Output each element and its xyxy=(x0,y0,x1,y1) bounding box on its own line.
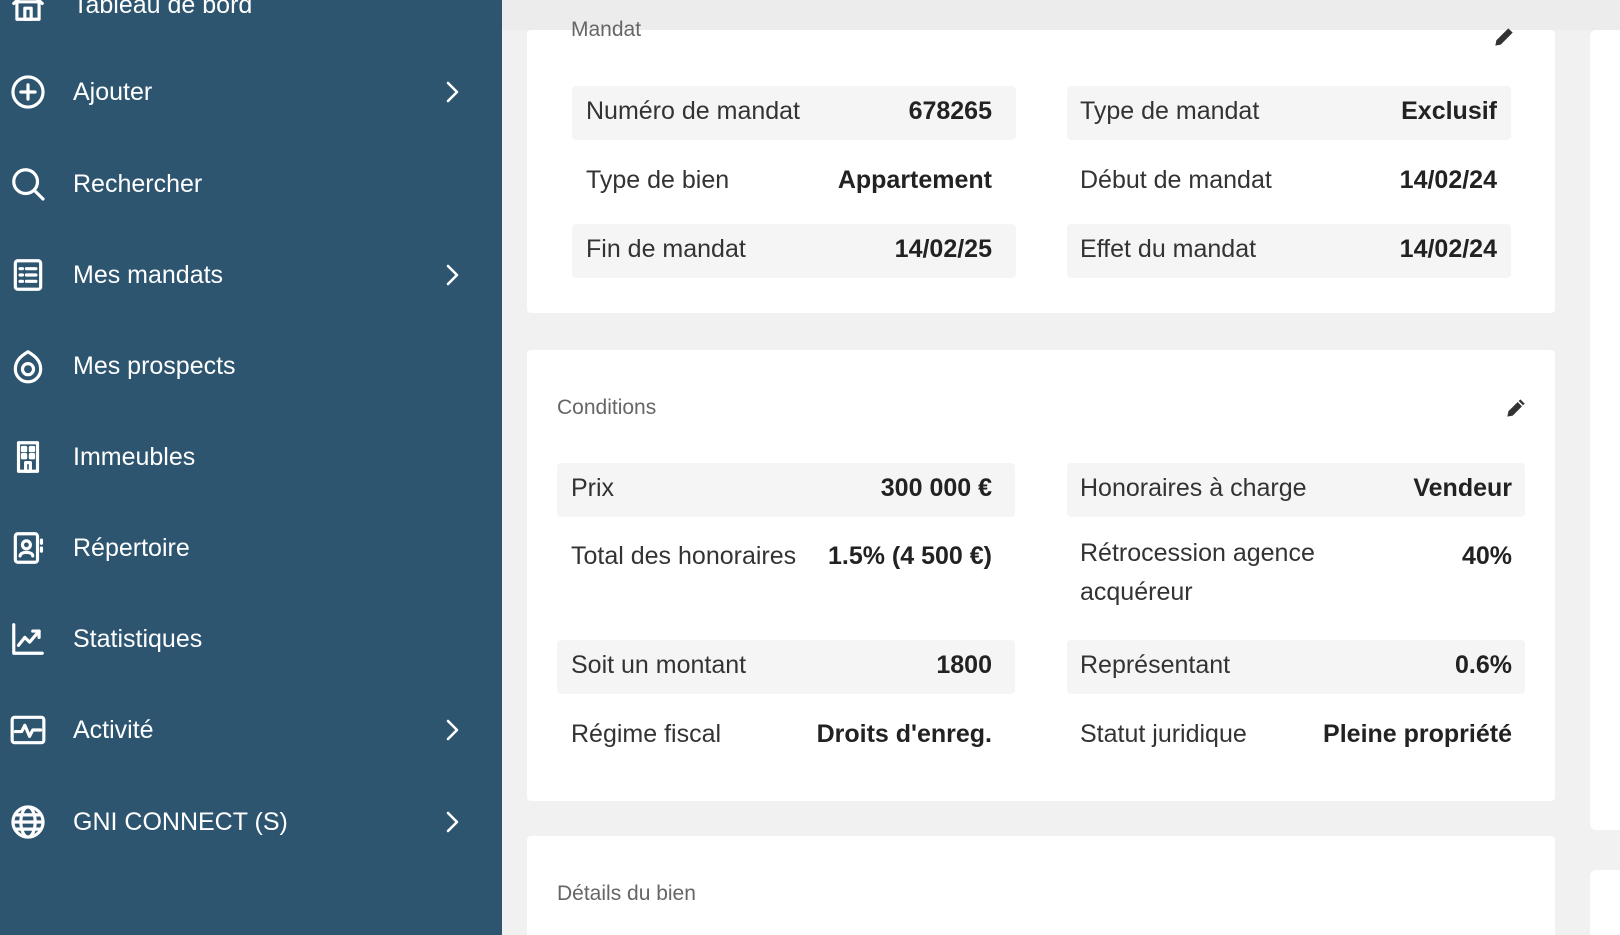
chevron-right-icon[interactable] xyxy=(440,718,464,742)
details-card: Détails du bien xyxy=(527,836,1555,935)
main-content: Mandat Numéro de mandat 678265 Type de m… xyxy=(502,0,1620,935)
sidebar-item-label: Immeubles xyxy=(73,442,196,471)
pencil-icon[interactable] xyxy=(1491,24,1517,50)
sidebar-item-rechercher[interactable]: Rechercher xyxy=(0,149,502,219)
field-value: 300 000 € xyxy=(880,474,992,502)
chevron-right-icon[interactable] xyxy=(440,263,464,287)
sidebar-item-label: Tableau de bord xyxy=(73,0,253,19)
sidebar-item-label: Mes mandats xyxy=(73,260,224,289)
field-label: Représentant xyxy=(1080,651,1231,679)
sidebar-item-label: Ajouter xyxy=(73,77,153,106)
list-icon xyxy=(9,256,47,294)
search-icon xyxy=(9,165,47,203)
mandat-card: Mandat Numéro de mandat 678265 Type de m… xyxy=(527,18,1555,313)
conditions-card: Conditions Prix 300 000 € Honoraires à c… xyxy=(527,350,1555,801)
chevron-right-icon[interactable] xyxy=(440,80,464,104)
field-label: Type de mandat xyxy=(1080,97,1260,125)
sidebar-item-mes-mandats[interactable]: Mes mandats xyxy=(0,240,502,310)
sidebar-item-ajouter[interactable]: Ajouter xyxy=(0,57,502,127)
field-value: 1800 xyxy=(936,651,992,679)
field-label: Prix xyxy=(571,474,615,502)
field-label: Statut juridique xyxy=(1080,720,1247,748)
card-title: Conditions xyxy=(557,396,657,419)
field-label: Début de mandat xyxy=(1080,166,1272,194)
sidebar: Tableau de bord Ajouter Rechercher Mes m… xyxy=(0,0,502,935)
sidebar-item-immeubles[interactable]: Immeubles xyxy=(0,422,502,492)
field-value: 14/02/25 xyxy=(894,235,992,263)
sidebar-item-label: Répertoire xyxy=(73,533,190,562)
contact-book-icon xyxy=(9,529,47,567)
field-label: Rétrocession agence acquéreur xyxy=(1080,539,1315,606)
field-label: Type de bien xyxy=(586,166,730,194)
field-value: Pleine propriété xyxy=(1323,720,1512,748)
sidebar-item-mes-prospects[interactable]: Mes prospects xyxy=(0,331,502,401)
sidebar-item-label: Activité xyxy=(73,715,154,744)
sidebar-item-gni-connect[interactable]: GNI CONNECT (S) xyxy=(0,787,502,857)
prospect-icon xyxy=(9,347,47,385)
sidebar-item-repertoire[interactable]: Répertoire xyxy=(0,513,502,583)
sidebar-item-statistiques[interactable]: Statistiques xyxy=(0,604,502,674)
pencil-icon[interactable] xyxy=(1503,395,1529,421)
sidebar-item-label: Rechercher xyxy=(73,169,203,198)
field-value: Exclusif xyxy=(1401,97,1497,125)
sidebar-item-tableau-de-bord[interactable]: Tableau de bord xyxy=(0,0,502,40)
globe-icon xyxy=(9,803,47,841)
field-value: Vendeur xyxy=(1413,474,1512,502)
building-icon xyxy=(9,438,47,476)
plus-circle-icon xyxy=(9,73,47,111)
top-strip xyxy=(502,0,1620,30)
field-label: Total des honoraires xyxy=(571,542,797,570)
field-value: 678265 xyxy=(908,97,992,125)
home-icon xyxy=(9,0,47,24)
chevron-right-icon[interactable] xyxy=(440,810,464,834)
card-title: Mandat xyxy=(571,18,642,41)
field-value: Appartement xyxy=(837,166,992,194)
field-label: Honoraires à charge xyxy=(1080,474,1307,502)
sidebar-item-label: GNI CONNECT (S) xyxy=(73,807,288,836)
card-title: Détails du bien xyxy=(557,882,696,905)
right-panel-edge xyxy=(1590,870,1620,935)
field-value: 1.5% (4 500 €) xyxy=(828,542,992,570)
chart-icon xyxy=(9,620,47,658)
activity-icon xyxy=(9,711,47,749)
field-value: Droits d'enreg. xyxy=(816,720,992,748)
field-label: Soit un montant xyxy=(571,651,747,679)
field-label: Fin de mandat xyxy=(586,235,746,263)
field-label: Régime fiscal xyxy=(571,720,722,748)
field-value: 0.6% xyxy=(1455,651,1512,679)
field-value: 14/02/24 xyxy=(1399,235,1497,263)
right-panel-edge xyxy=(1590,30,1620,830)
field-label: Numéro de mandat xyxy=(586,97,801,125)
sidebar-item-label: Mes prospects xyxy=(73,351,236,380)
sidebar-item-activite[interactable]: Activité xyxy=(0,695,502,765)
field-label: Effet du mandat xyxy=(1080,235,1257,263)
field-value: 14/02/24 xyxy=(1399,166,1497,194)
sidebar-item-label: Statistiques xyxy=(73,624,203,653)
field-value: 40% xyxy=(1461,542,1512,570)
